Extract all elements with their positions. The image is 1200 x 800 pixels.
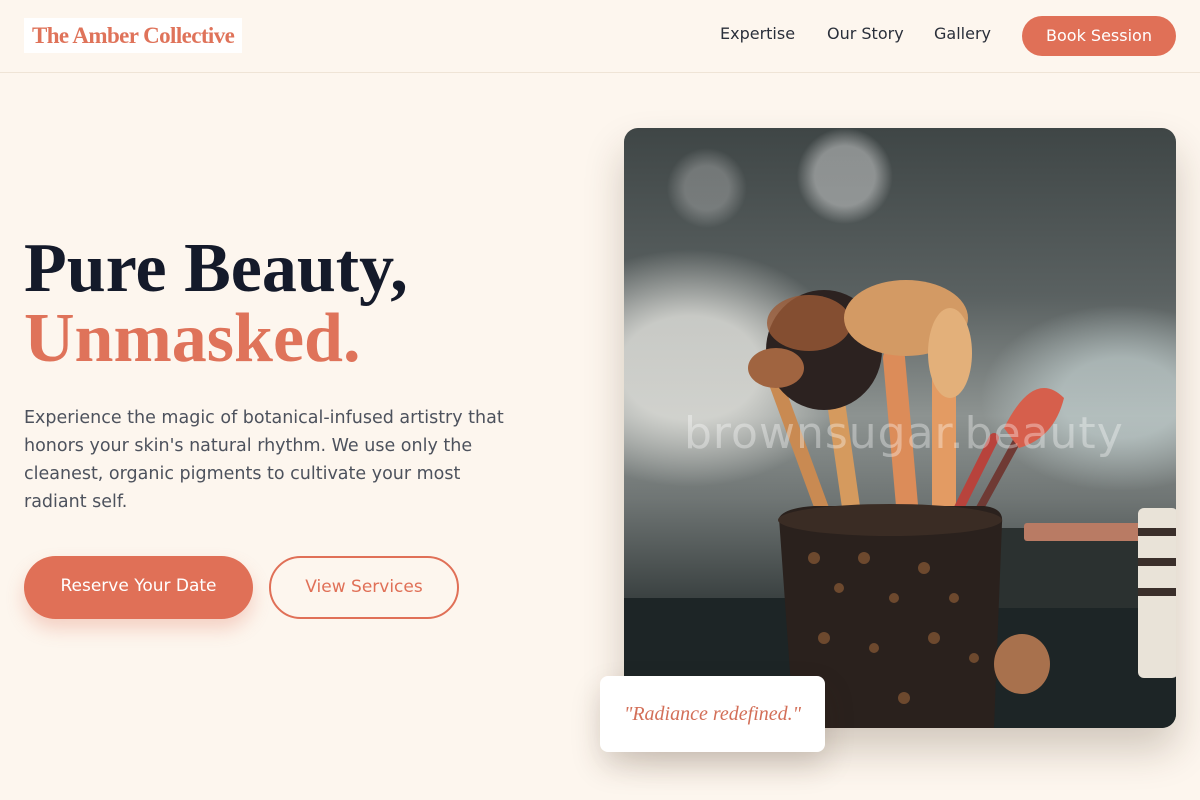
brand-logo[interactable]: The Amber Collective <box>24 18 243 53</box>
nav-link-our-story[interactable]: Our Story <box>827 23 904 45</box>
hero-description: Experience the magic of botanical-infuse… <box>24 408 504 512</box>
reserve-date-button[interactable]: Reserve Your Date <box>24 556 253 619</box>
site-header: The Amber Collective Expertise Our Story… <box>0 0 1200 73</box>
view-services-button[interactable]: View Services <box>269 556 459 619</box>
hero-title-line-1: Pure Beauty, <box>24 230 408 307</box>
nav-link-expertise[interactable]: Expertise <box>720 23 795 45</box>
book-session-button[interactable]: Book Session <box>1022 16 1176 56</box>
hero-image-makeup-brushes: brownsugar.beauty <box>624 128 1176 728</box>
hero-title: Pure Beauty, Unmasked. <box>24 234 584 374</box>
quote-card: "Radiance redefined." <box>600 676 825 752</box>
hero-title-line-2: Unmasked. <box>24 300 361 377</box>
nav-link-gallery[interactable]: Gallery <box>934 23 991 45</box>
image-watermark: brownsugar.beauty <box>684 408 1124 459</box>
